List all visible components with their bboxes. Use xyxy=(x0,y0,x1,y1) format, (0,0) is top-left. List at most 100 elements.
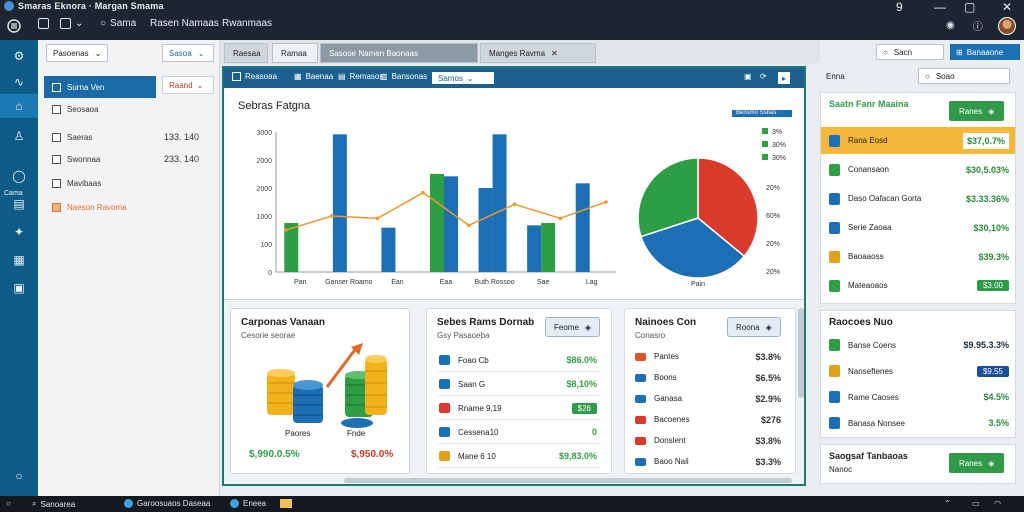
card3-button[interactable]: Roona ◈ xyxy=(727,317,781,337)
list-item[interactable]: Rame Caoses $4.5% xyxy=(821,385,1015,409)
help-icon[interactable]: 9 xyxy=(896,0,903,14)
list-item[interactable]: Bacoenes $276 xyxy=(631,410,787,429)
list-item[interactable]: Serie Zaoaa $30,10% xyxy=(821,214,1015,241)
x-tick-label: Pan xyxy=(294,279,307,286)
chevron-down-icon: ⌄ xyxy=(197,48,205,58)
row-divider xyxy=(437,419,601,420)
trend-point xyxy=(604,200,608,204)
list-item[interactable]: Baoaaoss $39.3% xyxy=(821,243,1015,270)
app-icon xyxy=(4,1,14,11)
list-item[interactable]: Cessena10 0 xyxy=(437,421,603,443)
maximize-icon[interactable]: ▢ xyxy=(964,0,975,14)
folder-menu[interactable]: ⌄ xyxy=(60,18,83,29)
tab-0[interactable]: Raesaa xyxy=(224,43,268,63)
list-item[interactable]: Conansaon $30,5.03% xyxy=(821,156,1015,183)
trend-point xyxy=(284,228,288,232)
tab-1[interactable]: Ramaa xyxy=(272,43,318,63)
start-icon[interactable]: ○ xyxy=(6,499,11,508)
right-section-2: Raocoes Nuo Banse Coens $9.95.3.3% Nanseft… xyxy=(820,310,1016,438)
row-icon xyxy=(439,451,450,461)
sidebar-filter-dropdown[interactable]: Pasoenas ⌄ xyxy=(46,44,108,62)
section1-button[interactable]: Ranes ◈ xyxy=(949,101,1005,121)
checkbox[interactable] xyxy=(52,82,61,92)
nav-home-icon[interactable]: ⌂ xyxy=(0,94,38,118)
list-item[interactable]: Donslent $3.8% xyxy=(631,431,787,450)
list-item[interactable]: Mateaoaos $3.00 xyxy=(821,272,1015,299)
right-panel: ○ Sacn ⊞ Banaaone Enna ○ Soao Saatn Fanr… xyxy=(816,44,1022,486)
nav-chat-icon[interactable]: ◯ xyxy=(0,164,38,188)
bar xyxy=(430,174,444,272)
nav-user-profile-icon[interactable]: ○ xyxy=(0,464,38,488)
tab-2[interactable]: Sasooe Namen Baonaas xyxy=(320,43,478,63)
wifi-icon[interactable]: ◠ xyxy=(994,499,1001,508)
bar xyxy=(541,223,556,272)
sidebar-item-5[interactable]: Naeson Ravoma xyxy=(44,196,216,218)
right-filter-input[interactable]: ○ Soao xyxy=(918,68,1010,84)
list-item[interactable]: Mane 6 10 $9,83.0% xyxy=(437,445,603,467)
checkbox[interactable] xyxy=(52,178,61,188)
avatar[interactable] xyxy=(998,17,1016,35)
bar xyxy=(575,183,590,272)
right-search-input[interactable]: ○ Sacn xyxy=(876,44,944,60)
battery-icon[interactable]: ▭ xyxy=(972,499,980,508)
list-item[interactable]: Banasa Nonsee 3.5% xyxy=(821,411,1015,435)
list-item[interactable]: Pantes $3.8% xyxy=(631,347,787,366)
sidebar-item-1[interactable]: Seosaoa xyxy=(44,98,216,120)
nav-calendar-icon[interactable]: ▦ xyxy=(0,248,38,272)
list-item[interactable]: Rana Eosd $37,0.7% xyxy=(821,127,1015,154)
toolbar-item-3[interactable]: Rwanmaas xyxy=(222,18,272,29)
list-item[interactable]: Banse Coens $9.95.3.3% xyxy=(821,333,1015,357)
vertical-scrollbar[interactable] xyxy=(798,308,804,398)
horizontal-scrollbar[interactable] xyxy=(344,478,792,483)
list-item[interactable]: Rname 9,19 $26 xyxy=(437,397,603,419)
list-item[interactable]: Ganasa $2.9% xyxy=(631,389,787,408)
nav-reports-icon[interactable]: ▣ xyxy=(0,276,38,300)
sidebar-item-4[interactable]: Mavibaas xyxy=(44,172,216,194)
taskbar-item-0[interactable]: Garoosuaos Daseaa xyxy=(124,499,210,508)
checkbox[interactable] xyxy=(52,104,61,114)
close-tab-icon[interactable]: ✕ xyxy=(551,49,558,58)
bar xyxy=(527,225,542,272)
nav-user-icon[interactable]: ♙ xyxy=(0,124,38,148)
x-tick-label: Ganser Roamo xyxy=(325,279,373,286)
y-tick-label: 3000 xyxy=(256,130,272,137)
minimize-icon[interactable]: — xyxy=(934,0,946,14)
row-value: $3.00 xyxy=(976,280,1009,291)
nav-docs-icon[interactable]: ▤ xyxy=(0,192,38,216)
file-menu[interactable] xyxy=(38,18,49,29)
checkbox[interactable] xyxy=(52,132,61,142)
sidebar-item-0[interactable]: Surna Ven xyxy=(44,76,156,98)
trend-point xyxy=(375,216,380,221)
settings-icon[interactable]: ◉ xyxy=(946,20,955,31)
toolbar-item-2[interactable]: Rasen Namaas xyxy=(150,18,219,29)
folder-icon[interactable] xyxy=(280,499,292,508)
list-item[interactable]: Daso Oafacan Gorta $3.33.36% xyxy=(821,185,1015,212)
checkbox[interactable] xyxy=(52,154,61,164)
nav-puzzle-icon[interactable]: ✦ xyxy=(0,220,38,244)
tray-icon[interactable]: ⌃ xyxy=(944,499,951,508)
x-tick-label: Eaa xyxy=(440,279,453,286)
sidebar-mini-dropdown[interactable]: Raand ⌄ xyxy=(162,76,214,94)
list-item[interactable]: Foao Cb $86.0% xyxy=(437,349,603,371)
sidebar-sort-dropdown[interactable]: Sasoa ⌄ xyxy=(162,44,214,62)
nav-analytics-icon[interactable]: ∿ xyxy=(0,70,38,94)
list-item[interactable]: Boons $6.5% xyxy=(631,368,787,387)
tab-3[interactable]: Manges Ravma ✕ xyxy=(480,43,596,63)
right-primary-button[interactable]: ⊞ Banaaone xyxy=(950,44,1020,60)
app-menu-icon[interactable] xyxy=(6,18,22,34)
list-item[interactable]: Nanseftenes $9.55 xyxy=(821,359,1015,383)
list-item[interactable]: Saan G $8,10% xyxy=(437,373,603,395)
row-value: $30,10% xyxy=(973,222,1009,233)
nav-tools-icon[interactable]: ⚙ xyxy=(0,44,38,68)
toolbar-item-1[interactable]: ○ Sama xyxy=(100,18,136,29)
legend-swatch xyxy=(762,141,768,147)
right-tab-label[interactable]: Enna xyxy=(826,72,845,81)
taskbar-search[interactable]: ⌕ Sanoarea xyxy=(32,499,75,509)
card2-button[interactable]: Feome ◈ xyxy=(545,317,601,337)
checkbox[interactable] xyxy=(52,202,61,212)
list-item[interactable]: Baoo Nail $3.3% xyxy=(631,452,787,471)
taskbar-item-1[interactable]: Eneea xyxy=(230,499,266,508)
close-icon[interactable]: ✕ xyxy=(1002,0,1012,14)
info-icon[interactable]: ⓘ xyxy=(973,18,983,33)
section3-button[interactable]: Ranes ◈ xyxy=(949,453,1005,473)
